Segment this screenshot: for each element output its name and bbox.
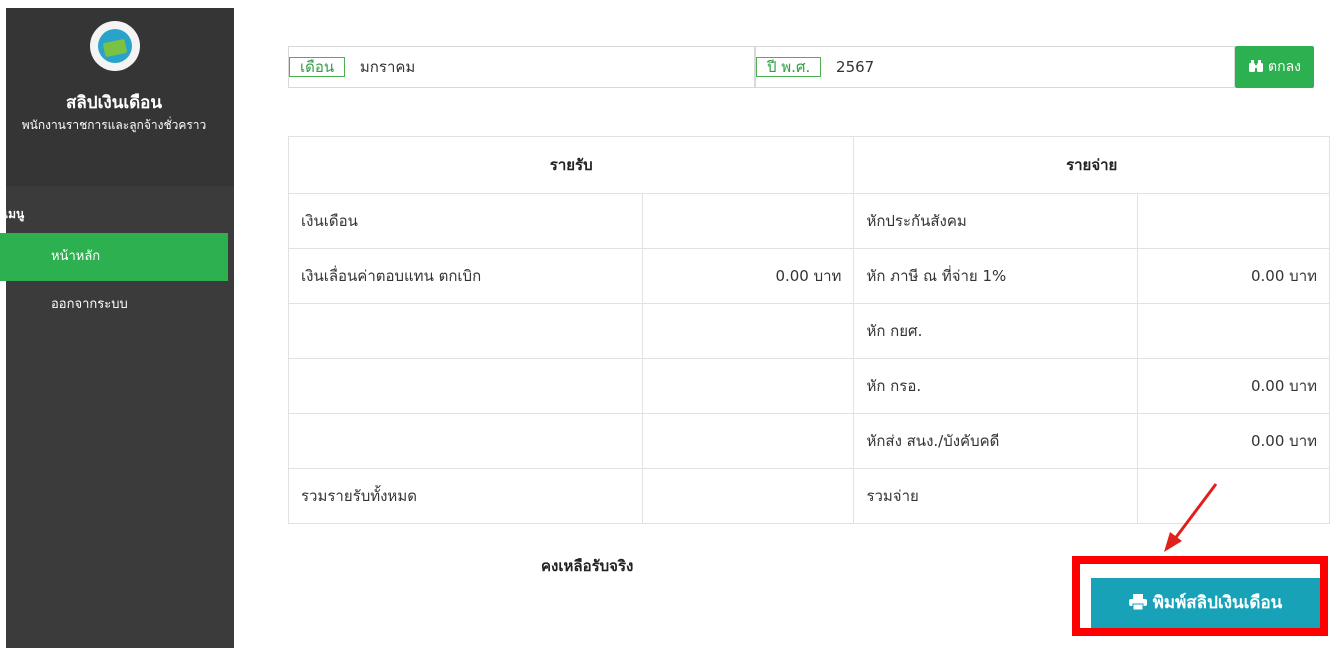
income-label xyxy=(288,303,643,359)
income-amount xyxy=(641,413,855,469)
sidebar-item-label: หน้าหลัก xyxy=(51,249,101,264)
income-label xyxy=(288,358,643,414)
expense-amount xyxy=(1137,193,1330,249)
income-header: รายรับ xyxy=(287,136,855,194)
app-logo xyxy=(90,21,140,71)
app-title: สลิปเงินเดือน xyxy=(66,93,162,113)
month-label: เดือน xyxy=(289,57,346,77)
expense-amount: 0.00 บาท xyxy=(1137,358,1330,414)
expense-label: หัก กรอ. xyxy=(853,358,1139,414)
income-amount xyxy=(641,358,855,414)
month-select[interactable]: มกราคม xyxy=(360,58,415,76)
year-filter: ปี พ.ศ. 2567 xyxy=(755,46,1235,88)
income-label: เงินเลื่อนค่าตอบแทน ตกเบิก xyxy=(288,248,643,304)
year-label: ปี พ.ศ. xyxy=(756,57,822,77)
table-row: หัก กรอ. 0.00 บาท xyxy=(288,358,1330,414)
table-row: หักส่ง สนง./บังคับคดี 0.00 บาท xyxy=(288,413,1330,469)
submit-button[interactable]: ตกลง xyxy=(1235,46,1314,88)
annotation-arrow-icon xyxy=(1164,483,1218,552)
income-total-amount xyxy=(641,468,855,524)
expense-total-label: รวมจ่าย xyxy=(853,468,1139,524)
binoculars-icon xyxy=(1249,60,1263,72)
table-row: เงินเดือน หักประกันสังคม xyxy=(288,193,1330,249)
table-header-row: รายรับ รายจ่าย xyxy=(287,136,1330,194)
income-amount xyxy=(641,303,855,359)
print-slip-button[interactable]: พิมพ์สลิปเงินเดือน xyxy=(1091,578,1320,628)
income-label xyxy=(288,413,643,469)
expense-label: หักประกันสังคม xyxy=(853,193,1139,249)
print-slip-label: พิมพ์สลิปเงินเดือน xyxy=(1152,593,1283,613)
income-amount: 0.00 บาท xyxy=(641,248,855,304)
app-subtitle: พนักงานราชการและลูกจ้างชั่วคราว xyxy=(21,118,207,132)
submit-label: ตกลง xyxy=(1268,59,1301,75)
sidebar-item-label: ออกจากระบบ xyxy=(51,297,128,312)
expense-label: หัก กยศ. xyxy=(853,303,1139,359)
income-total-label: รวมรายรับทั้งหมด xyxy=(288,468,643,524)
year-input[interactable]: 2567 xyxy=(836,58,874,76)
menu-header: เมนู xyxy=(4,207,25,221)
income-amount xyxy=(641,193,855,249)
expense-amount xyxy=(1137,303,1330,359)
expense-label: หัก ภาษี ณ ที่จ่าย 1% xyxy=(853,248,1139,304)
expense-header: รายจ่าย xyxy=(853,136,1330,194)
table-row: หัก กยศ. xyxy=(288,303,1330,359)
sidebar-item-logout[interactable]: ออกจากระบบ xyxy=(0,281,228,329)
salary-slip-table: รายรับ รายจ่าย เงินเดือน หักประกันสังคม … xyxy=(287,136,1330,524)
month-filter: เดือน มกราคม xyxy=(288,46,755,88)
sidebar-item-home[interactable]: หน้าหลัก xyxy=(0,233,228,281)
expense-amount: 0.00 บาท xyxy=(1137,413,1330,469)
expense-label: หักส่ง สนง./บังคับคดี xyxy=(853,413,1139,469)
table-row: เงินเลื่อนค่าตอบแทน ตกเบิก 0.00 บาท หัก … xyxy=(288,248,1330,304)
net-pay-label: คงเหลือรับจริง xyxy=(541,557,634,575)
expense-amount: 0.00 บาท xyxy=(1137,248,1330,304)
income-label: เงินเดือน xyxy=(288,193,643,249)
printer-icon xyxy=(1128,594,1147,610)
